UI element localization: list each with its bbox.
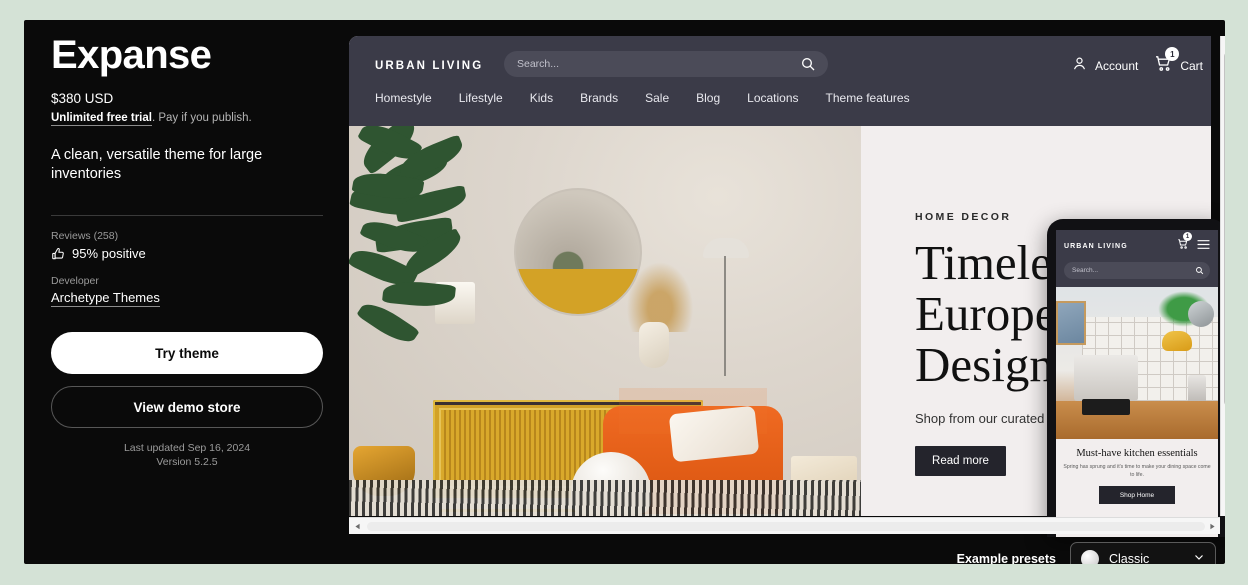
preset-color-swatch [1081, 550, 1099, 564]
mobile-preview-frame[interactable]: URBAN LIVING 1 Search... Must-have kitch… [1047, 219, 1225, 537]
person-icon [1071, 55, 1088, 77]
theme-info-panel: Expanse $380 USD Unlimited free trial. P… [51, 28, 351, 469]
example-presets-label: Example presets [956, 552, 1056, 564]
free-trial-link[interactable]: Unlimited free trial [51, 112, 152, 126]
developer-link[interactable]: Archetype Themes [51, 290, 160, 307]
theme-price: $380 USD [51, 91, 114, 106]
nav-item-sale[interactable]: Sale [645, 91, 669, 105]
reviews-value: 95% positive [72, 246, 146, 261]
page-root: Expanse $380 USD Unlimited free trial. P… [0, 0, 1248, 585]
mobile-caption-subtitle: Spring has sprung and it's time to make … [1063, 464, 1211, 478]
account-label: Account [1094, 59, 1139, 73]
developer-label: Developer [51, 275, 99, 287]
hero-image [349, 126, 861, 516]
storefront-logo[interactable]: URBAN LIVING [375, 60, 483, 72]
caret-left-icon[interactable] [349, 518, 365, 535]
theme-detail-card: Expanse $380 USD Unlimited free trial. P… [24, 20, 1225, 564]
trial-note: Unlimited free trial. Pay if you publish… [51, 112, 351, 126]
caret-right-icon[interactable] [1204, 518, 1220, 535]
preview-horizontal-scrollbar[interactable] [349, 517, 1220, 534]
preset-select[interactable]: Classic [1070, 542, 1216, 564]
mobile-preview-screen: URBAN LIVING 1 Search... Must-have kitch… [1056, 230, 1218, 537]
horizontal-scrollbar-thumb[interactable] [367, 522, 1205, 531]
hero-read-more-button[interactable]: Read more [915, 446, 1006, 476]
mobile-caption-title: Must-have kitchen essentials [1076, 448, 1198, 459]
caret-down-icon[interactable] [1221, 501, 1225, 516]
shopping-cart-icon: 1 [1154, 47, 1180, 78]
preset-selected-value: Classic [1109, 552, 1150, 564]
nav-item-homestyle[interactable]: Homestyle [375, 91, 432, 105]
mobile-search-input[interactable]: Search... [1064, 262, 1210, 279]
nav-item-locations[interactable]: Locations [747, 91, 798, 105]
hamburger-menu-icon[interactable] [1197, 237, 1210, 255]
mobile-shop-home-button[interactable]: Shop Home [1099, 486, 1175, 504]
mobile-search-placeholder: Search... [1072, 267, 1099, 274]
cart-link[interactable]: 1 Cart [1154, 47, 1203, 78]
nav-item-theme-features[interactable]: Theme features [826, 91, 910, 105]
cart-label: Cart [1180, 59, 1203, 73]
storefront-main-nav: Homestyle Lifestyle Kids Brands Sale Blo… [375, 91, 910, 105]
chevron-down-icon[interactable] [1193, 550, 1205, 564]
mobile-header: URBAN LIVING 1 Search... [1056, 230, 1218, 287]
mobile-magnifier-icon[interactable] [1195, 262, 1204, 280]
caret-up-icon[interactable] [1221, 36, 1225, 51]
storefront-header: URBAN LIVING Search... Account 1 Cart Ho… [349, 36, 1211, 126]
try-theme-button[interactable]: Try theme [51, 332, 323, 374]
vertical-scrollbar-thumb[interactable] [1224, 52, 1225, 406]
section-divider [51, 215, 323, 216]
preview-bottom-bar: Example presets Classic [349, 534, 1225, 564]
theme-tagline: A clean, versatile theme for large inven… [51, 147, 263, 182]
nav-item-blog[interactable]: Blog [696, 91, 720, 105]
page-title: Expanse [51, 33, 212, 77]
storefront-utility-nav: Account 1 Cart [1071, 47, 1203, 78]
mobile-cart-icon[interactable]: 1 [1177, 232, 1192, 255]
thumbs-up-icon [51, 247, 65, 261]
mobile-hero-image [1056, 287, 1218, 439]
mobile-cart-count-badge: 1 [1183, 232, 1192, 241]
nav-item-kids[interactable]: Kids [530, 91, 553, 105]
preview-vertical-scrollbar[interactable] [1220, 36, 1225, 516]
account-link[interactable]: Account [1071, 55, 1138, 77]
mobile-caption-block: Must-have kitchen essentials Spring has … [1056, 439, 1218, 504]
nav-item-brands[interactable]: Brands [580, 91, 618, 105]
theme-footnote: Last updated Sep 16, 2024 Version 5.2.5 [51, 441, 323, 469]
mobile-logo[interactable]: URBAN LIVING [1064, 243, 1128, 250]
magnifier-icon[interactable] [800, 56, 816, 77]
version-text: Version 5.2.5 [156, 456, 218, 468]
reviews-label: Reviews (258) [51, 230, 119, 242]
last-updated-text: Last updated Sep 16, 2024 [123, 442, 251, 454]
trial-note-rest: . Pay if you publish. [151, 112, 252, 124]
nav-item-lifestyle[interactable]: Lifestyle [459, 91, 503, 105]
cart-count-badge: 1 [1165, 47, 1180, 61]
view-demo-store-button[interactable]: View demo store [51, 386, 323, 428]
reviews-row: 95% positive [51, 246, 351, 261]
storefront-search-input[interactable]: Search... [504, 51, 828, 77]
search-placeholder: Search... [517, 58, 560, 70]
